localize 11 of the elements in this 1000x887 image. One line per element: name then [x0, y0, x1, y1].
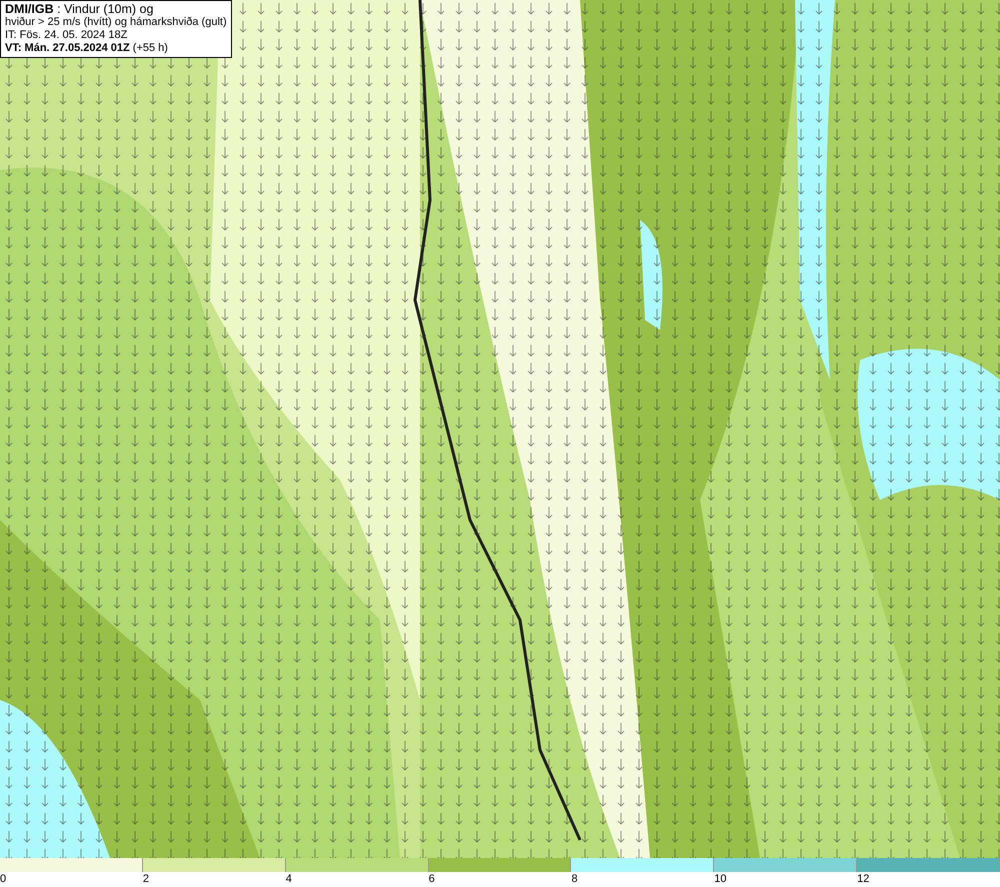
legend-label: 10 [714, 872, 727, 886]
map-title-line: hviður > 25 m/s (hvítt) og hámarkshviða (gult) [5, 16, 227, 29]
legend-label: 4 [286, 872, 292, 886]
legend-label: 12 [857, 872, 870, 886]
map-title-line: VT: Mán. 27.05.2024 01Z (+55 h) [5, 42, 169, 55]
legend-label: 6 [428, 872, 435, 886]
map-title-line: DMI/IGB : Vindur (10m) og [5, 3, 154, 16]
legend-label: 8 [571, 872, 578, 886]
legend-label: 2 [142, 872, 149, 886]
legend-label: 0 [0, 872, 6, 886]
map-title-line: IT: Fös. 24. 05. 2024 18Z [5, 29, 128, 42]
